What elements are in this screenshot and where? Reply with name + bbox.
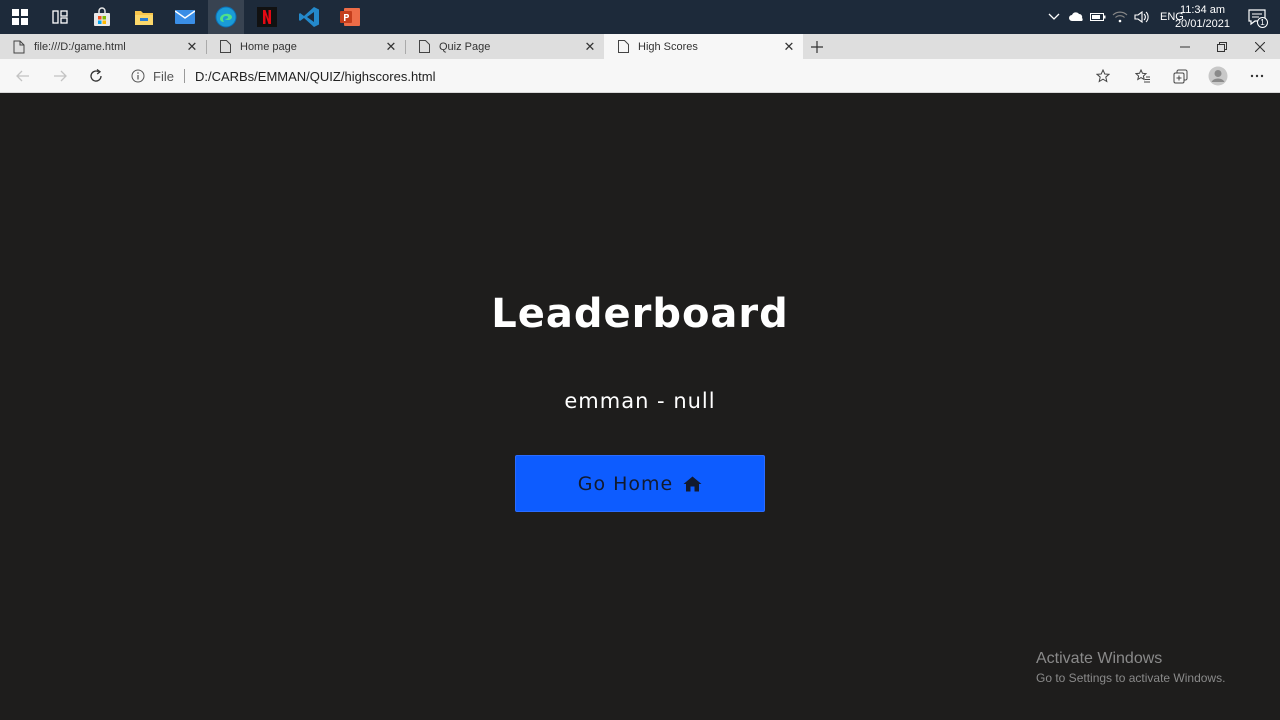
minimize-icon: [1180, 46, 1190, 47]
vscode-icon[interactable]: [297, 5, 321, 29]
forward-button[interactable]: [47, 63, 73, 89]
info-icon[interactable]: [131, 69, 145, 83]
tab-high-scores[interactable]: High Scores ✕: [604, 34, 803, 59]
avatar-icon: [1208, 66, 1228, 86]
close-icon: [1255, 41, 1265, 52]
back-arrow-icon: [16, 70, 29, 82]
tab-strip: file:///D:/game.html ✕ Home page ✕ Quiz …: [0, 34, 1280, 59]
plus-icon: [811, 40, 823, 53]
back-button[interactable]: [10, 63, 36, 89]
clock[interactable]: 11:34 am 20/01/2021: [1175, 3, 1230, 31]
collections-icon: [1173, 69, 1187, 83]
new-tab-button[interactable]: [806, 34, 828, 59]
tab-game[interactable]: file:///D:/game.html ✕: [0, 34, 206, 59]
minimize-button[interactable]: [1166, 34, 1204, 59]
page-content: Leaderboard emman - null Go Home Activat…: [0, 93, 1280, 720]
notification-icon[interactable]: 1: [1248, 8, 1268, 30]
edge-icon[interactable]: [208, 0, 244, 34]
refresh-icon: [90, 69, 102, 82]
tab-label: Home page: [240, 40, 297, 53]
close-icon[interactable]: ✕: [381, 39, 401, 55]
profile-button[interactable]: [1205, 63, 1231, 89]
navigation-bar: File D:/CARBs/EMMAN/QUIZ/highscores.html: [0, 59, 1280, 93]
taskbar: ENG 11:34 am 20/01/2021 1: [0, 0, 1280, 34]
url-text[interactable]: D:/CARBs/EMMAN/QUIZ/highscores.html: [195, 69, 436, 84]
file-explorer-icon[interactable]: [132, 5, 156, 29]
system-tray: ENG: [1046, 0, 1184, 34]
collections-button[interactable]: [1167, 63, 1193, 89]
address-divider: [183, 69, 185, 83]
go-home-button[interactable]: Go Home: [515, 455, 765, 512]
notification-count: 1: [1257, 17, 1268, 28]
onedrive-icon[interactable]: [1068, 12, 1084, 22]
start-icon[interactable]: [8, 5, 32, 29]
page-title: Leaderboard: [491, 291, 789, 337]
mail-icon[interactable]: [173, 5, 197, 29]
chevron-up-icon[interactable]: [1046, 13, 1062, 21]
highscore-entry: emman - null: [564, 389, 716, 413]
page-icon: [417, 40, 431, 54]
more-icon: [1250, 74, 1264, 78]
activation-watermark-title: Activate Windows: [1036, 650, 1163, 667]
forward-arrow-icon: [54, 70, 67, 82]
task-view-icon[interactable]: [48, 5, 72, 29]
clock-time: 11:34 am: [1179, 4, 1225, 16]
settings-more-button[interactable]: [1244, 63, 1270, 89]
url-scheme: File: [153, 68, 174, 84]
favorites-button[interactable]: [1130, 63, 1156, 89]
favorite-star-button[interactable]: [1090, 63, 1116, 89]
star-icon: [1096, 69, 1110, 83]
close-icon[interactable]: ✕: [580, 39, 600, 55]
address-bar[interactable]: File D:/CARBs/EMMAN/QUIZ/highscores.html: [126, 62, 1116, 90]
tab-quiz-page[interactable]: Quiz Page ✕: [405, 34, 604, 59]
tab-label: file:///D:/game.html: [34, 40, 126, 53]
file-icon: [12, 40, 26, 54]
tab-label: Quiz Page: [439, 40, 491, 53]
wifi-icon[interactable]: [1112, 11, 1128, 23]
page-icon: [616, 40, 630, 54]
restore-icon: [1217, 41, 1227, 52]
volume-icon[interactable]: [1134, 11, 1150, 23]
tab-label: High Scores: [638, 40, 698, 53]
powerpoint-icon[interactable]: [338, 5, 362, 29]
restore-button[interactable]: [1203, 34, 1241, 59]
battery-icon[interactable]: [1090, 12, 1106, 22]
favorites-icon: [1135, 69, 1150, 83]
clock-date: 20/01/2021: [1174, 18, 1230, 30]
go-home-label: Go Home: [577, 472, 674, 495]
netflix-icon[interactable]: [255, 5, 279, 29]
close-icon[interactable]: ✕: [182, 39, 202, 55]
close-window-button[interactable]: [1241, 34, 1279, 59]
close-icon[interactable]: ✕: [779, 39, 799, 55]
page-icon: [218, 40, 232, 54]
home-icon: [683, 476, 702, 492]
store-icon[interactable]: [90, 5, 114, 29]
refresh-button[interactable]: [83, 63, 109, 89]
activation-watermark-subtitle: Go to Settings to activate Windows.: [1036, 671, 1226, 685]
tab-home-page[interactable]: Home page ✕: [206, 34, 405, 59]
